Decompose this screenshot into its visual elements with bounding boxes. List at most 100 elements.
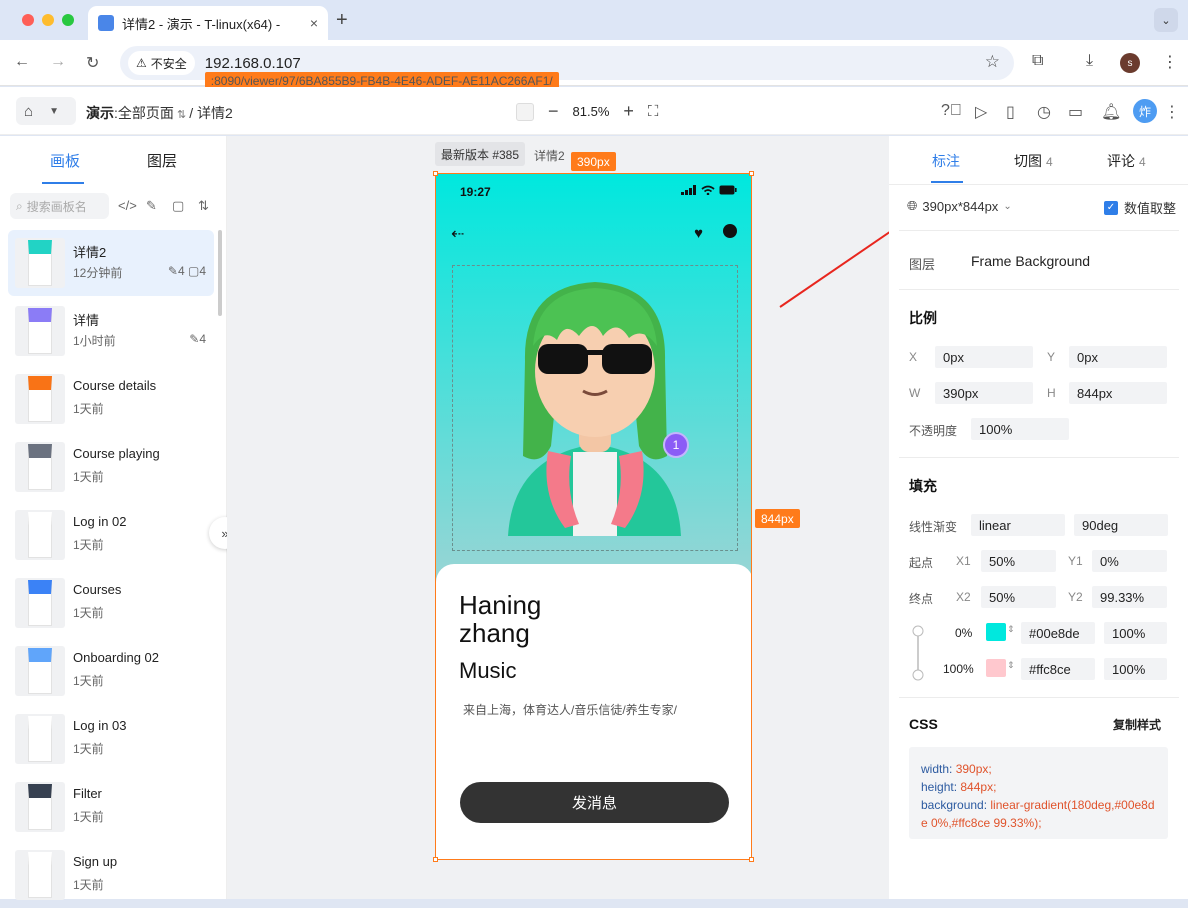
phone-artboard[interactable]: 19:27 ⇠ ♥ 1 Haning zhang Music 来自上海，体育达人… [435, 173, 752, 860]
reload-icon[interactable]: ↻ [86, 53, 99, 73]
board-list-item[interactable]: Course playing 1天前 [8, 434, 214, 500]
bell-icon[interactable]: 🔔︎ [1101, 102, 1121, 122]
copy-style-button[interactable]: 复制样式 [1113, 716, 1161, 733]
heart-icon[interactable]: ♥ [694, 225, 703, 242]
stop1-color-field[interactable]: #00e8de [1021, 622, 1095, 644]
breadcrumb-page[interactable]: 全部页面 [118, 105, 174, 121]
board-list-item[interactable]: 详情 1小时前 ✎4 [8, 298, 214, 364]
selection-handle[interactable] [433, 857, 438, 862]
selection-handle[interactable] [433, 171, 438, 176]
board-list-item[interactable]: Onboarding 02 1天前 [8, 638, 214, 704]
board-list-item[interactable]: Sign up 1天前 [8, 842, 214, 908]
zoom-level: 81.5% [572, 104, 610, 119]
css-code-block[interactable]: width: 390px; height: 844px; background:… [909, 747, 1168, 839]
x2-field[interactable]: 50% [981, 586, 1056, 608]
tab-boards[interactable]: 画板 [50, 150, 80, 171]
size-selector[interactable]: 🌐︎ 390px*844px ⌄ [907, 198, 1012, 214]
board-thumbnail [15, 714, 65, 764]
board-search-input[interactable]: ⌕ 搜索画板名 [10, 193, 109, 219]
profile-card: Haning zhang Music 来自上海，体育达人/音乐信徒/养生专家/ … [436, 564, 751, 859]
device-icon[interactable]: ▯ [1006, 102, 1015, 122]
close-window-button[interactable] [22, 14, 34, 26]
board-list-item[interactable]: Courses 1天前 [8, 570, 214, 636]
forward-nav-icon[interactable]: → [50, 53, 66, 71]
y-field[interactable]: 0px [1069, 346, 1167, 368]
board-list-scrollbar[interactable] [218, 230, 222, 316]
home-button[interactable]: ⌂ ▼ [16, 97, 76, 125]
comment-badge[interactable]: 1 [663, 432, 689, 458]
fit-screen-icon[interactable]: ⛶ [648, 103, 659, 120]
stop2-swatch[interactable] [986, 659, 1006, 677]
help-icon[interactable]: ?⃝ [941, 102, 962, 120]
user-avatar[interactable]: 炸 [1133, 99, 1157, 123]
stop2-alpha-field[interactable]: 100% [1104, 658, 1167, 680]
browser-tab[interactable]: 详情2 - 演示 - T-linux(x64) - × [88, 6, 328, 40]
selection-handle[interactable] [749, 171, 754, 176]
y1-field[interactable]: 0% [1092, 550, 1167, 572]
w-field[interactable]: 390px [935, 382, 1033, 404]
board-list-item[interactable]: 详情2 12分钟前 ✎4 ▢4 [8, 230, 214, 296]
board-stats: ✎4 [189, 332, 206, 346]
tab-annotation[interactable]: 标注 [932, 151, 960, 171]
omnibox[interactable]: ⚠ 不安全 192.168.0.107:8090/viewer/97/6BA855… [120, 46, 1014, 91]
x1-field[interactable]: 50% [981, 550, 1056, 572]
maximize-window-button[interactable] [62, 14, 74, 26]
board-time: 12分钟前 [73, 266, 123, 280]
code-icon[interactable]: </> [118, 198, 137, 213]
stepper-icon[interactable]: ⇕ [1007, 660, 1015, 671]
version-label[interactable]: 最新版本 #385 [435, 142, 526, 166]
caret-down-icon[interactable]: ▼ [49, 106, 59, 117]
page-switch-icon[interactable]: ⇅ [174, 109, 189, 121]
board-list-item[interactable]: Course details 1天前 [8, 366, 214, 432]
avatar-image-frame[interactable] [452, 265, 738, 551]
minimize-window-button[interactable] [42, 14, 54, 26]
opacity-field[interactable]: 100% [971, 418, 1069, 440]
folder-clock-icon[interactable]: ▭ [1068, 102, 1083, 122]
sort-icon[interactable]: ⇅ [198, 198, 209, 214]
new-tab-button[interactable]: + [336, 9, 348, 32]
send-message-button[interactable]: 发消息 [460, 782, 729, 823]
tab-title: 详情2 - 演示 - T-linux(x64) - [122, 16, 281, 32]
history-icon[interactable]: ◷ [1037, 102, 1051, 122]
background-toggle[interactable] [516, 102, 534, 121]
gradient-angle-field[interactable]: 90deg [1074, 514, 1168, 536]
board-list-item[interactable]: Filter 1天前 [8, 774, 214, 840]
bookmark-star-icon[interactable]: ☆ [985, 52, 1000, 72]
breadcrumb-board[interactable]: 详情2 [197, 105, 233, 121]
tab-comments[interactable]: 评论 4 [1107, 151, 1146, 171]
stepper-icon[interactable]: ⇕ [1007, 624, 1015, 635]
checkbox-checked-icon[interactable]: ✓ [1104, 200, 1118, 215]
stop1-alpha-field[interactable]: 100% [1104, 622, 1167, 644]
profile-avatar[interactable]: s [1120, 53, 1140, 73]
y2-field[interactable]: 99.33% [1092, 586, 1167, 608]
zoom-in-icon[interactable]: + [623, 101, 634, 122]
zoom-out-icon[interactable]: − [548, 101, 559, 122]
h-field[interactable]: 844px [1069, 382, 1167, 404]
selection-handle[interactable] [749, 857, 754, 862]
close-tab-icon[interactable]: × [310, 15, 318, 31]
browser-menu-icon[interactable]: ⋮ [1162, 52, 1178, 72]
stop1-swatch[interactable] [986, 623, 1006, 641]
more-menu-icon[interactable]: ⋮ [1164, 102, 1180, 122]
extensions-icon[interactable]: ⧉ [1032, 52, 1043, 70]
tab-layers[interactable]: 图层 [147, 150, 177, 171]
back-nav-icon[interactable]: ← [14, 53, 30, 71]
tab-search-button[interactable]: ⌄ [1154, 8, 1178, 32]
comment-icon[interactable]: ▢ [172, 198, 184, 214]
board-list-item[interactable]: Log in 02 1天前 [8, 502, 214, 568]
integer-toggle[interactable]: ✓ 数值取整 [1104, 198, 1176, 217]
pen-icon[interactable]: ✎ [146, 198, 157, 214]
tab-slices[interactable]: 切图 4 [1014, 151, 1053, 171]
gradient-stops-slider[interactable] [911, 625, 925, 681]
board-list-item[interactable]: Log in 03 1天前 [8, 706, 214, 772]
url-text[interactable]: 192.168.0.107:8090/viewer/97/6BA855B9-FB… [204, 55, 559, 91]
gradient-type-field[interactable]: linear [971, 514, 1065, 536]
whatsapp-icon[interactable] [723, 224, 737, 238]
download-icon[interactable]: ⤓ [1086, 52, 1093, 70]
play-icon[interactable]: ▷ [975, 102, 987, 122]
breadcrumb-project[interactable]: 演示 [86, 105, 114, 121]
stop2-color-field[interactable]: #ffc8ce [1021, 658, 1095, 680]
security-chip[interactable]: ⚠ 不安全 [128, 51, 195, 75]
x-field[interactable]: 0px [935, 346, 1033, 368]
back-arrow-icon[interactable]: ⇠ [451, 224, 464, 244]
